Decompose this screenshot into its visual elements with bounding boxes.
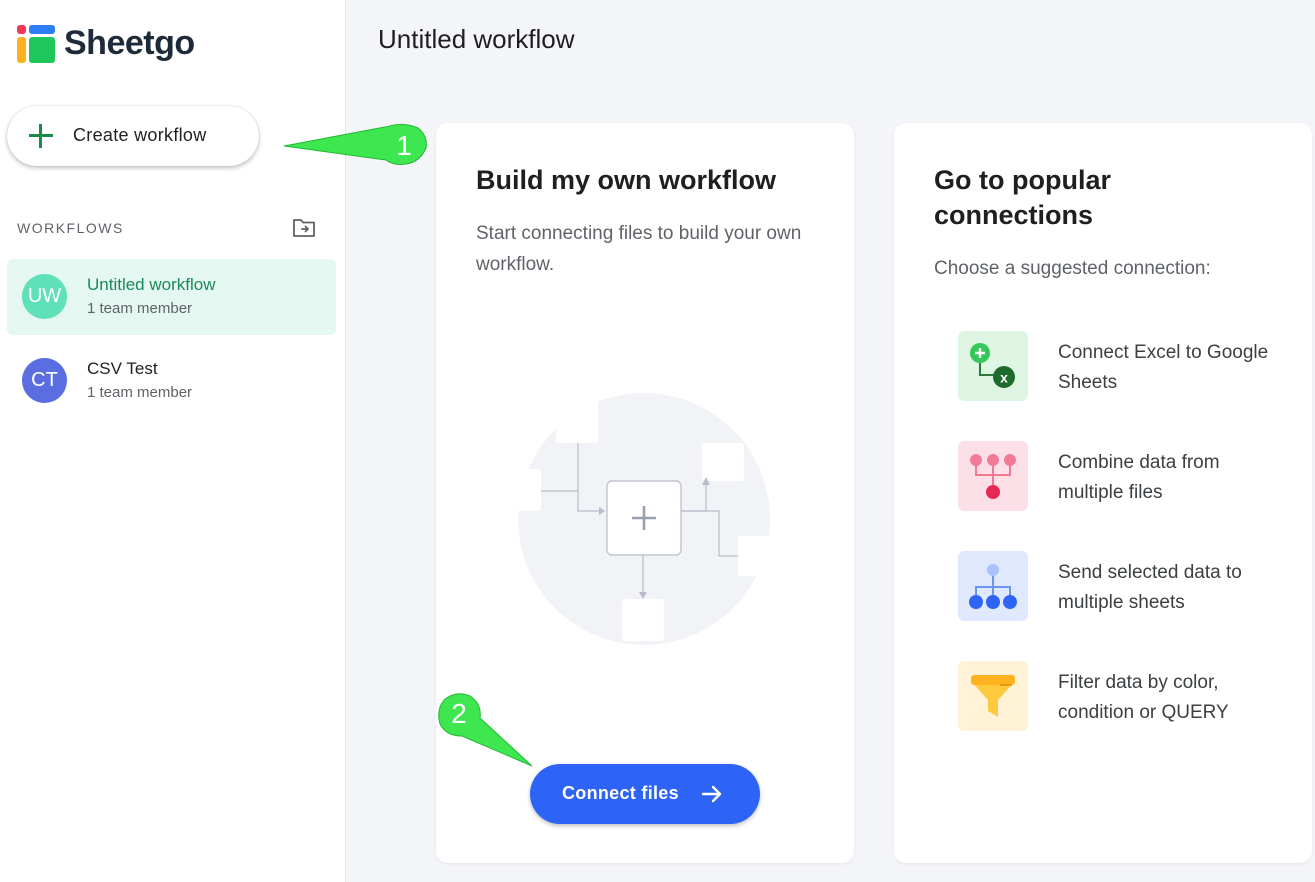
step-2-callout: 2 — [438, 693, 533, 767]
connection-filter-data[interactable]: Filter data by color, condition or QUERY — [958, 661, 1298, 731]
connection-label: Combine data from multiple files — [1058, 452, 1220, 503]
workflow-members: 1 team member — [87, 300, 193, 317]
connect-files-button[interactable]: Connect files — [530, 764, 760, 824]
plus-icon — [27, 122, 55, 150]
popular-connections-card: Go to popular connections Choose a sugge… — [894, 123, 1312, 863]
brand-name: Sheetgo — [64, 24, 195, 62]
sheetgo-logo-icon — [17, 24, 55, 63]
excel-to-sheets-icon: x — [958, 331, 1028, 401]
popular-connections-heading: Go to popular connections — [934, 165, 1111, 230]
connect-files-label: Connect files — [562, 783, 679, 803]
arrow-right-icon — [701, 785, 722, 803]
filter-icon — [958, 661, 1028, 731]
workflows-section-title: WORKFLOWS — [17, 220, 124, 236]
svg-text:x: x — [1000, 370, 1008, 386]
connection-label: Send selected data to multiple sheets — [1058, 562, 1242, 613]
create-workflow-label: Create workflow — [73, 125, 207, 145]
combine-data-icon — [958, 441, 1028, 511]
step-1-callout: 1 — [283, 123, 427, 165]
workflow-item-csv-test[interactable]: CT CSV Test 1 team member — [7, 343, 336, 419]
workflow-diagram-illustration — [518, 393, 770, 645]
build-workflow-heading: Build my own workflow — [476, 165, 777, 195]
build-workflow-description: Start connecting files to build your own… — [476, 223, 802, 275]
new-folder-icon[interactable] — [292, 218, 316, 238]
workflow-name: Untitled workflow — [87, 275, 216, 294]
connection-combine-data[interactable]: Combine data from multiple files — [958, 441, 1298, 511]
connection-label: Filter data by color, condition or QUERY — [1058, 672, 1229, 723]
workflow-item-untitled[interactable]: UW Untitled workflow 1 team member — [7, 259, 336, 335]
popular-connections-subtitle: Choose a suggested connection: — [934, 258, 1211, 279]
connection-split-data[interactable]: Send selected data to multiple sheets — [958, 551, 1298, 621]
create-workflow-button[interactable]: Create workflow — [7, 106, 259, 166]
step-2-number: 2 — [451, 698, 467, 729]
avatar: UW — [22, 274, 67, 319]
step-1-number: 1 — [396, 130, 412, 161]
sheetgo-logo[interactable]: Sheetgo — [17, 24, 195, 63]
connection-label: Connect Excel to Google Sheets — [1058, 342, 1269, 393]
workflow-name: CSV Test — [87, 359, 158, 378]
connection-excel-to-sheets[interactable]: x Connect Excel to Google Sheets — [958, 331, 1298, 401]
avatar: CT — [22, 358, 67, 403]
split-data-icon — [958, 551, 1028, 621]
workflow-members: 1 team member — [87, 384, 193, 401]
page-title: Untitled workflow — [378, 24, 575, 54]
